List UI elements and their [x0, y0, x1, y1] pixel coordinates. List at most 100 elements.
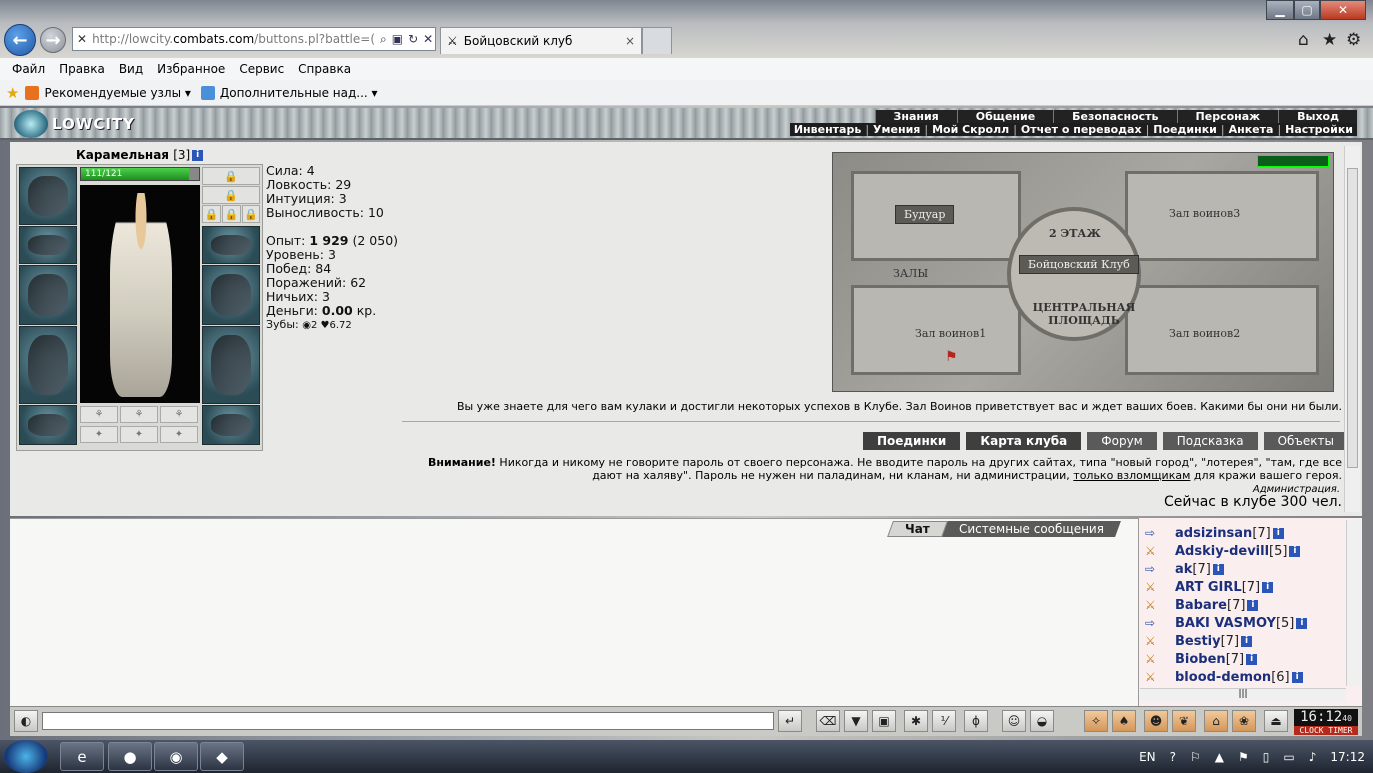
helmet-icon[interactable]: ◒	[1030, 710, 1054, 732]
helmet-slot[interactable]	[19, 167, 77, 225]
subnav-battles[interactable]: Поединки	[1149, 123, 1221, 136]
club-map-button[interactable]: Карта клуба	[966, 432, 1082, 450]
menu-tools[interactable]: Сервис	[239, 62, 284, 76]
info-icon[interactable]: i	[1291, 671, 1303, 683]
eraser-icon[interactable]: ⌫	[816, 710, 840, 732]
address-bar[interactable]: ✕ http://lowcity. combats.com/buttons.pl?…	[72, 27, 436, 51]
send-button[interactable]: ↵	[778, 710, 802, 732]
save-icon[interactable]: ▣	[872, 710, 896, 732]
close-window-button[interactable]: ✕	[1320, 0, 1366, 20]
display-icon[interactable]: ▭	[1283, 750, 1294, 764]
game-taskbar-icon[interactable]: ◆	[200, 742, 244, 771]
info-icon[interactable]: i	[1247, 599, 1259, 611]
warning-link[interactable]: только взломщикам	[1073, 469, 1190, 482]
favorite-addons[interactable]: Дополнительные над... ▾	[200, 85, 378, 100]
tab-close-icon[interactable]: ×	[625, 34, 635, 48]
label-boudoir[interactable]: Будуар	[895, 205, 955, 224]
network-icon[interactable]: ⚐	[1190, 750, 1201, 764]
label-halls[interactable]: ЗАЛЫ	[893, 267, 928, 280]
new-tab-button[interactable]	[642, 27, 672, 54]
forward-button[interactable]: →	[40, 27, 66, 53]
subnav-scroll[interactable]: Мой Скролл	[928, 123, 1013, 136]
label-hall1[interactable]: Зал воинов1	[915, 327, 986, 340]
flag-icon[interactable]: ⚑	[1238, 750, 1249, 764]
start-button[interactable]	[4, 740, 48, 773]
ie-taskbar-icon[interactable]: e	[60, 742, 104, 771]
info-icon[interactable]: i	[1296, 617, 1308, 629]
nav-security[interactable]: Безопасность	[1053, 110, 1176, 123]
bracer-slot[interactable]	[202, 226, 260, 264]
speaker-icon[interactable]: ◐	[14, 710, 38, 732]
subnav-transfers[interactable]: Отчет о переводах	[1017, 123, 1146, 136]
forum-button[interactable]: Форум	[1087, 432, 1157, 450]
boots-slot[interactable]	[202, 405, 260, 445]
info-icon[interactable]: i	[1272, 527, 1284, 539]
help-icon[interactable]: ?	[1170, 750, 1176, 764]
belt-slot[interactable]	[19, 405, 77, 445]
gear-icon[interactable]: ⚙	[1346, 30, 1361, 50]
chest-icon[interactable]: ⌂	[1204, 710, 1228, 732]
nav-communication[interactable]: Общение	[956, 110, 1053, 123]
minimize-button[interactable]: ▁	[1266, 0, 1294, 20]
subnav-skills[interactable]: Умения	[869, 123, 924, 136]
weapon-left-slot[interactable]	[19, 265, 77, 325]
filter-icon[interactable]: ▼	[844, 710, 868, 732]
menu-help[interactable]: Справка	[298, 62, 351, 76]
home-icon[interactable]: ⌂	[1298, 30, 1309, 50]
pants-slot[interactable]	[202, 326, 260, 404]
info-icon[interactable]: i	[1212, 563, 1224, 575]
list-item[interactable]: ⚔ ART GIRL [7] i	[1145, 578, 1274, 596]
bag-icon[interactable]: ♠	[1112, 710, 1136, 732]
label-hall3[interactable]: Зал воинов3	[1169, 207, 1240, 220]
tuning-icon[interactable]: ϕ	[964, 710, 988, 732]
menu-favorites[interactable]: Избранное	[157, 62, 225, 76]
rune-slot-1[interactable]: ✦	[80, 426, 118, 443]
game-clock[interactable]: 16:1240 CLOCK TIMER	[1294, 709, 1358, 735]
maximize-button[interactable]: ▢	[1294, 0, 1320, 20]
weapon-right-slot[interactable]	[202, 265, 260, 325]
tray-up-icon[interactable]: ▲	[1215, 750, 1224, 764]
character-portrait[interactable]	[80, 185, 200, 403]
character-nick[interactable]: Карамельная	[76, 148, 169, 162]
ring-slot-1[interactable]: ⚘	[80, 406, 118, 423]
tab-combats[interactable]: ⚔ Бойцовский клуб ×	[440, 27, 642, 54]
users-hscrollbar[interactable]: |||	[1140, 688, 1346, 702]
os-clock[interactable]: 17:12	[1330, 750, 1365, 764]
menu-view[interactable]: Вид	[119, 62, 143, 76]
gloves-slot[interactable]	[19, 226, 77, 264]
list-item[interactable]: ⚔ Bestiy [7] i	[1145, 632, 1253, 650]
nav-character[interactable]: Персонаж	[1176, 110, 1279, 123]
pet-icon[interactable]: ❀	[1232, 710, 1256, 732]
smiley-icon[interactable]: ☺	[1002, 710, 1026, 732]
language-indicator[interactable]: EN	[1139, 750, 1156, 764]
tab-system-messages[interactable]: Системные сообщения	[942, 521, 1121, 537]
main-scrollbar[interactable]	[1344, 146, 1360, 512]
favorites-star-icon[interactable]: ★	[1322, 30, 1337, 50]
menu-edit[interactable]: Правка	[59, 62, 105, 76]
subnav-inventory[interactable]: Инвентарь	[790, 123, 865, 136]
scroll-icon[interactable]: ❦	[1172, 710, 1196, 732]
favorite-suggested-sites[interactable]: Рекомендуемые узлы ▾	[25, 85, 191, 100]
armor-slot[interactable]	[19, 326, 77, 404]
objects-button[interactable]: Объекты	[1263, 432, 1348, 450]
exit-icon[interactable]: ⏏	[1264, 710, 1288, 732]
no-attack-icon[interactable]: ✧	[1084, 710, 1108, 732]
subnav-settings[interactable]: Настройки	[1281, 123, 1357, 136]
info-icon[interactable]: i	[192, 150, 204, 161]
tab-chat[interactable]: Чат	[887, 521, 948, 537]
chat-panel[interactable]: Чат Системные сообщения	[10, 518, 1138, 706]
list-item[interactable]: ⚔ Babare [7] i	[1145, 596, 1259, 614]
ring-slot-2[interactable]: ⚘	[120, 406, 158, 423]
nav-exit[interactable]: Выход	[1278, 110, 1357, 123]
battles-button[interactable]: Поединки	[862, 432, 961, 450]
scroll-thumb[interactable]	[1347, 168, 1358, 468]
list-item[interactable]: ⇨ ak [7] i	[1145, 560, 1224, 578]
mask-icon[interactable]: ☻	[1144, 710, 1168, 732]
volume-icon[interactable]: ♪	[1309, 750, 1317, 764]
rune-slot-2[interactable]: ✦	[120, 426, 158, 443]
back-button[interactable]: ←	[4, 24, 36, 56]
list-item[interactable]: ⇨ adsizinsan [7] i	[1145, 524, 1284, 542]
stop-icon[interactable]: ✕	[423, 32, 433, 46]
battery-icon[interactable]: ▯	[1263, 750, 1270, 764]
info-icon[interactable]: i	[1241, 635, 1253, 647]
